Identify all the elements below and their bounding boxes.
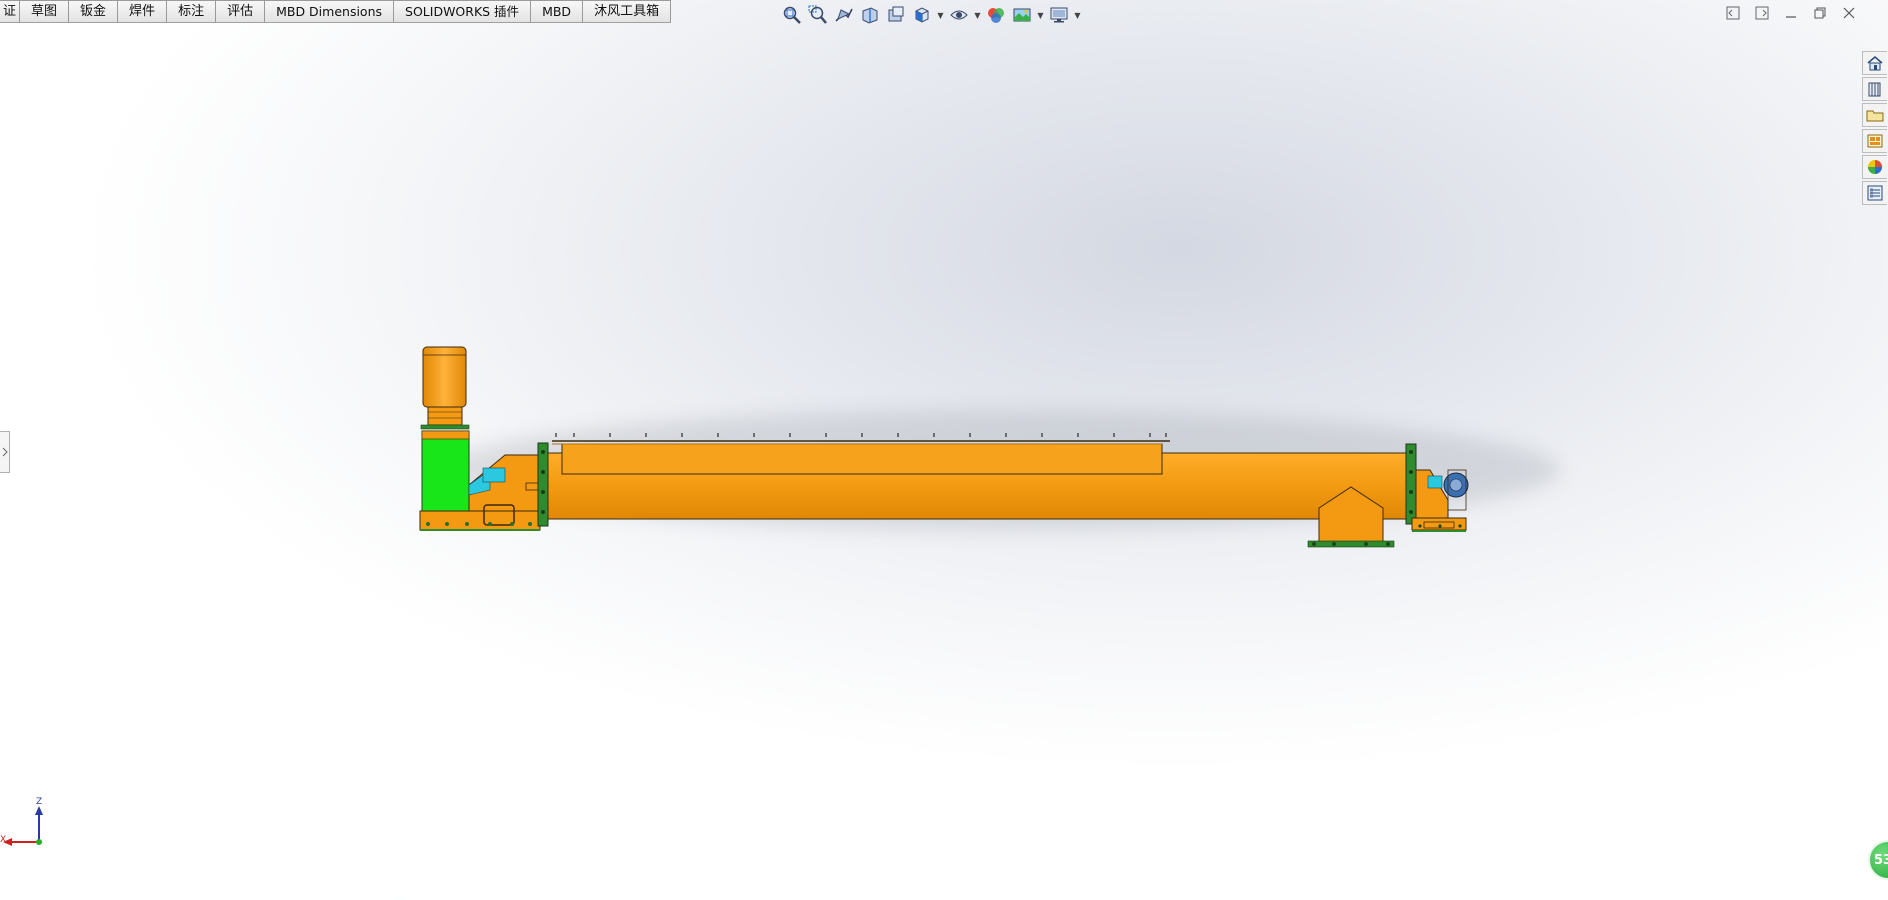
drive-motor[interactable] bbox=[420, 346, 470, 512]
triad-x-label: X bbox=[0, 835, 6, 845]
conveyor-tube[interactable] bbox=[547, 440, 1407, 520]
performance-badge-text: 53 bbox=[1874, 852, 1888, 868]
coordinate-triad: Z X bbox=[0, 797, 43, 846]
screw-conveyor-model[interactable] bbox=[0, 0, 1888, 900]
triad-z-label: Z bbox=[36, 797, 42, 807]
